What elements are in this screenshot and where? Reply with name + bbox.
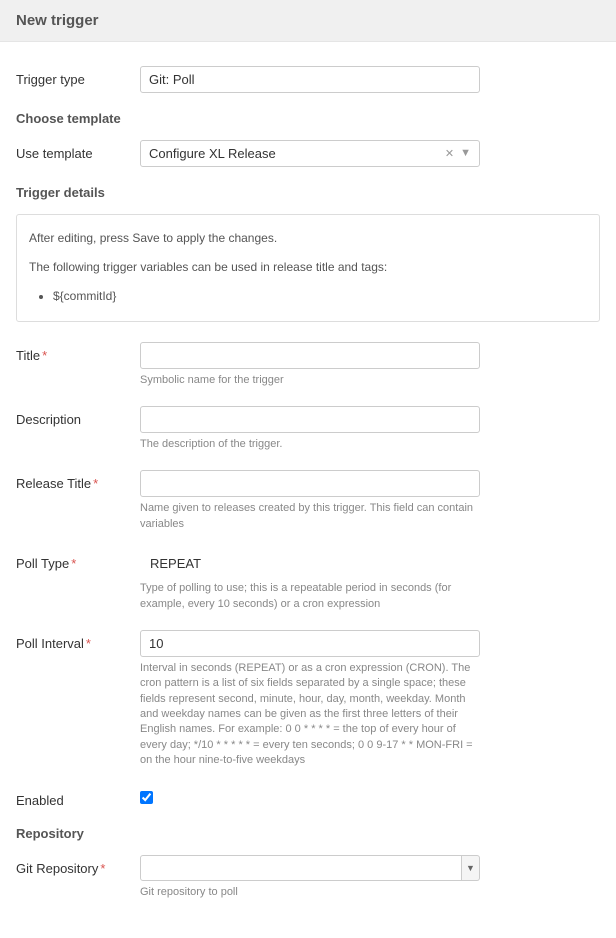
poll-type-help: Type of polling to use; this is a repeat… (140, 581, 480, 612)
info-var1: ${commitId} (53, 287, 587, 306)
required-indicator: * (86, 636, 91, 651)
git-repository-row: Git Repository* ▼ Git repository to poll (16, 855, 600, 900)
use-template-row: Use template Configure XL Release ✕ ▼ (16, 140, 600, 167)
required-indicator: * (100, 861, 105, 876)
trigger-type-select[interactable]: Git: Poll (140, 66, 480, 93)
poll-interval-input[interactable] (140, 630, 480, 657)
enabled-label: Enabled (16, 787, 140, 808)
poll-type-value: REPEAT (140, 550, 600, 577)
description-help: The description of the trigger. (140, 437, 480, 452)
info-line1: After editing, press Save to apply the c… (29, 229, 587, 248)
git-repository-help: Git repository to poll (140, 885, 480, 900)
title-label: Title* (16, 342, 140, 363)
git-repository-label: Git Repository* (16, 855, 140, 876)
page-title: New trigger (16, 12, 600, 29)
form-content: Trigger type Git: Poll Choose template U… (0, 42, 616, 938)
trigger-type-label: Trigger type (16, 66, 140, 87)
repository-heading: Repository (16, 826, 600, 841)
description-input[interactable] (140, 406, 480, 433)
use-template-select[interactable]: Configure XL Release ✕ ▼ (140, 140, 480, 167)
title-help: Symbolic name for the trigger (140, 373, 480, 388)
use-template-value: Configure XL Release (149, 146, 276, 161)
git-repository-value (140, 855, 462, 881)
info-line2: The following trigger variables can be u… (29, 258, 587, 277)
poll-interval-help: Interval in seconds (REPEAT) or as a cro… (140, 661, 480, 769)
title-input[interactable] (140, 342, 480, 369)
clear-icon[interactable]: ✕ (445, 147, 454, 160)
release-title-input[interactable] (140, 470, 480, 497)
page-header: New trigger (0, 0, 616, 42)
poll-type-row: Poll Type* REPEAT Type of polling to use… (16, 550, 600, 612)
required-indicator: * (93, 476, 98, 491)
trigger-details-heading: Trigger details (16, 185, 600, 200)
git-repository-select[interactable]: ▼ (140, 855, 480, 881)
poll-type-label: Poll Type* (16, 550, 140, 571)
trigger-type-value: Git: Poll (149, 72, 195, 87)
trigger-type-row: Trigger type Git: Poll (16, 66, 600, 93)
chevron-down-icon[interactable]: ▼ (460, 147, 471, 160)
release-title-row: Release Title* Name given to releases cr… (16, 470, 600, 532)
description-label: Description (16, 406, 140, 427)
enabled-checkbox[interactable] (140, 791, 153, 804)
enabled-row: Enabled (16, 787, 600, 808)
title-row: Title* Symbolic name for the trigger (16, 342, 600, 388)
poll-interval-label: Poll Interval* (16, 630, 140, 651)
description-row: Description The description of the trigg… (16, 406, 600, 452)
required-indicator: * (71, 556, 76, 571)
release-title-help: Name given to releases created by this t… (140, 501, 480, 532)
required-indicator: * (42, 348, 47, 363)
choose-template-heading: Choose template (16, 111, 600, 126)
info-box: After editing, press Save to apply the c… (16, 214, 600, 322)
chevron-down-icon[interactable]: ▼ (462, 855, 480, 881)
poll-interval-row: Poll Interval* Interval in seconds (REPE… (16, 630, 600, 769)
release-title-label: Release Title* (16, 470, 140, 491)
use-template-label: Use template (16, 140, 140, 161)
